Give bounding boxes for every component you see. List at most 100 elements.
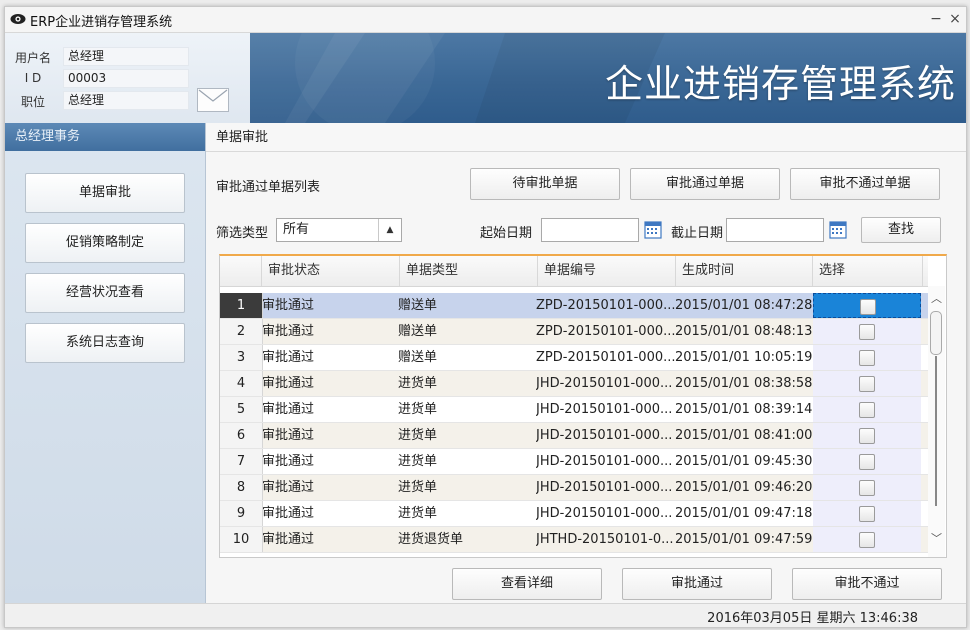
cell-type: 进货单: [398, 506, 438, 521]
id-label: I D: [24, 71, 42, 85]
sidebar-title: 总经理事务: [5, 123, 205, 151]
column-header-time[interactable]: 生成时间: [676, 256, 813, 286]
title-bar[interactable]: ERP企业进销存管理系统 − ×: [5, 7, 966, 33]
cell-id: JHD-20150101-000...: [536, 506, 673, 521]
cell-select: [813, 345, 921, 370]
cell-status: 审批通过: [262, 402, 315, 417]
cell-select: [813, 319, 921, 344]
eye-icon: [10, 14, 26, 24]
cell-id: JHD-20150101-000...: [536, 428, 673, 443]
scroll-down-icon[interactable]: ﹀: [931, 530, 942, 546]
row-checkbox[interactable]: [859, 454, 875, 470]
scroll-up-icon[interactable]: ︿: [931, 290, 942, 306]
cell-type: 进货单: [398, 454, 438, 469]
minimize-button[interactable]: −: [926, 9, 946, 29]
tab-pending[interactable]: 待审批单据: [470, 168, 620, 200]
reject-button[interactable]: 审批不通过: [792, 568, 942, 600]
cell-select: [813, 501, 921, 526]
table-row[interactable]: 1 审批通过 赠送单 ZPD-20150101-000... 2015/01/01 08…: [220, 293, 928, 319]
sidebar: 总经理事务 单据审批 促销策略制定 经营状况查看 系统日志查询: [5, 123, 206, 603]
start-date-input[interactable]: [541, 218, 639, 242]
app-window: ERP企业进销存管理系统 − × 用户名 总经理 I D 00003 职位 总经…: [4, 6, 967, 628]
row-checkbox[interactable]: [859, 376, 875, 392]
app-header: 用户名 总经理 I D 00003 职位 总经理 企业进销存管理系统: [5, 33, 966, 123]
table-body: 1 审批通过 赠送单 ZPD-20150101-000... 2015/01/01 08…: [220, 293, 928, 553]
cell-time: 2015/01/01 09:45:30: [675, 454, 813, 469]
cell-id: ZPD-20150101-000...: [536, 350, 675, 365]
row-checkbox[interactable]: [859, 532, 875, 548]
cell-time: 2015/01/01 08:48:13: [675, 324, 813, 339]
cell-id: JHTHD-20150101-0...: [536, 532, 674, 547]
cell-type: 进货单: [398, 402, 438, 417]
sidebar-item-system-log[interactable]: 系统日志查询: [25, 323, 185, 363]
sidebar-item-promotion-strategy[interactable]: 促销策略制定: [25, 223, 185, 263]
row-checkbox[interactable]: [859, 428, 875, 444]
table-row[interactable]: 9 审批通过 进货单 JHD-20150101-000... 2015/01/01 09…: [220, 501, 928, 527]
start-date-label: 起始日期: [480, 226, 533, 241]
cell-id: JHD-20150101-000...: [536, 480, 673, 495]
cell-time: 2015/01/01 09:47:59: [675, 532, 813, 547]
tab-approved[interactable]: 审批通过单据: [630, 168, 780, 200]
cell-status: 审批通过: [262, 298, 315, 313]
cell-time: 2015/01/01 08:41:00: [675, 428, 813, 443]
cell-status: 审批通过: [262, 350, 315, 365]
cell-status: 审批通过: [262, 480, 315, 495]
end-date-label: 截止日期: [671, 226, 724, 241]
mail-icon[interactable]: [197, 88, 229, 112]
filter-type-select[interactable]: 所有 ▲: [276, 218, 402, 242]
cell-time: 2015/01/01 10:05:19: [675, 350, 813, 365]
table-row[interactable]: 6 审批通过 进货单 JHD-20150101-000... 2015/01/01 08…: [220, 423, 928, 449]
close-button[interactable]: ×: [945, 9, 965, 29]
tab-rejected[interactable]: 审批不通过单据: [790, 168, 940, 200]
sidebar-item-document-approval[interactable]: 单据审批: [25, 173, 185, 213]
cell-select: [813, 371, 921, 396]
row-checkbox[interactable]: [859, 506, 875, 522]
table-row[interactable]: 2 审批通过 赠送单 ZPD-20150101-000... 2015/01/01 08…: [220, 319, 928, 345]
table-row[interactable]: 10 审批通过 进货退货单 JHTHD-20150101-0... 2015/01/01…: [220, 527, 928, 553]
cell-type: 进货退货单: [398, 532, 464, 547]
cell-time: 2015/01/01 08:39:14: [675, 402, 813, 417]
table-row[interactable]: 7 审批通过 进货单 JHD-20150101-000... 2015/01/01 09…: [220, 449, 928, 475]
cell-select: [813, 397, 921, 422]
user-value: 总经理: [63, 47, 189, 66]
status-datetime: 2016年03月05日 星期六 13:46:38: [707, 611, 918, 626]
cell-type: 赠送单: [398, 350, 438, 365]
table-scrollbar[interactable]: ︿ ﹀: [928, 286, 945, 557]
table-row[interactable]: 5 审批通过 进货单 JHD-20150101-000... 2015/01/01 08…: [220, 397, 928, 423]
id-value: 00003: [63, 69, 189, 88]
column-header-select[interactable]: 选择: [813, 256, 923, 286]
row-number: 6: [220, 423, 263, 448]
table-row[interactable]: 8 审批通过 进货单 JHD-20150101-000... 2015/01/01 09…: [220, 475, 928, 501]
end-date-input[interactable]: [726, 218, 824, 242]
scroll-thumb[interactable]: [930, 311, 942, 355]
search-button[interactable]: 查找: [861, 217, 941, 243]
column-header-status[interactable]: 审批状态: [262, 256, 400, 286]
cell-select: [813, 293, 921, 318]
approve-button[interactable]: 审批通过: [622, 568, 772, 600]
row-checkbox[interactable]: [859, 480, 875, 496]
column-header-id[interactable]: 单据编号: [538, 256, 676, 286]
row-checkbox[interactable]: [859, 350, 875, 366]
row-checkbox[interactable]: [859, 324, 875, 340]
calendar-icon[interactable]: [644, 219, 662, 239]
cell-type: 进货单: [398, 480, 438, 495]
column-header-type[interactable]: 单据类型: [400, 256, 538, 286]
row-checkbox[interactable]: [860, 299, 876, 315]
cell-type: 进货单: [398, 376, 438, 391]
cell-time: 2015/01/01 08:47:28: [675, 298, 813, 313]
view-detail-button[interactable]: 查看详细: [452, 568, 602, 600]
cell-type: 赠送单: [398, 298, 438, 313]
calendar-icon[interactable]: [829, 219, 847, 239]
table-row[interactable]: 3 审批通过 赠送单 ZPD-20150101-000... 2015/01/01 10…: [220, 345, 928, 371]
cell-select: [813, 423, 921, 448]
spinner-arrow-icon[interactable]: ▲: [378, 219, 401, 241]
row-number: 2: [220, 319, 263, 344]
cell-type: 进货单: [398, 428, 438, 443]
table-row[interactable]: 4 审批通过 进货单 JHD-20150101-000... 2015/01/01 08…: [220, 371, 928, 397]
row-number: 9: [220, 501, 263, 526]
row-checkbox[interactable]: [859, 402, 875, 418]
sidebar-item-business-status[interactable]: 经营状况查看: [25, 273, 185, 313]
cell-status: 审批通过: [262, 506, 315, 521]
row-number: 8: [220, 475, 263, 500]
row-number: 5: [220, 397, 263, 422]
